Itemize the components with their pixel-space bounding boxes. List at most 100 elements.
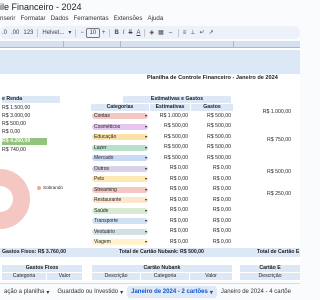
column-header-bar[interactable]: [0, 41, 300, 48]
tab-sheet-3[interactable]: Janeiro de 2024 - 2 cartões ▾: [127, 286, 217, 298]
menu-help[interactable]: Ajuda: [147, 15, 163, 25]
spent-value[interactable]: R$ 0,00: [191, 228, 231, 235]
category-chip[interactable]: Viagem: [92, 239, 148, 245]
rotate-icon[interactable]: ↗: [207, 28, 216, 38]
category-chip[interactable]: Streaming: [92, 186, 148, 193]
estimate-value[interactable]: R$ 500,00: [150, 144, 188, 151]
ce-col-descricao: Descrição: [240, 273, 300, 280]
font-size-decrease-button[interactable]: −: [78, 28, 86, 38]
divider: [109, 28, 111, 37]
category-chip[interactable]: Lazer: [92, 144, 148, 151]
spent-value[interactable]: R$ 0,00: [191, 239, 231, 246]
estimate-value[interactable]: R$ 0,00: [150, 239, 188, 246]
estimate-value[interactable]: R$ 500,00: [150, 134, 188, 141]
column-divider: [233, 41, 234, 48]
estimate-value[interactable]: R$ 500,00: [150, 123, 188, 130]
estimate-value[interactable]: R$ 0,00: [150, 197, 188, 204]
align-icon[interactable]: ≡: [181, 28, 189, 38]
divider: [37, 28, 39, 37]
spent-value[interactable]: R$ 500,00: [191, 144, 231, 151]
menu-bar: nserir Formatar Dados Ferramentas Extens…: [0, 15, 163, 25]
estimate-value[interactable]: R$ 0,00: [150, 207, 188, 214]
category-chip[interactable]: Cosméticos: [92, 123, 148, 130]
spent-value[interactable]: R$ 0,00: [191, 176, 231, 183]
menu-tools[interactable]: Ferramentas: [73, 15, 108, 25]
gf-col-categoria: Categoria: [2, 273, 46, 280]
income-total[interactable]: R$ 4.260,00: [2, 138, 47, 145]
tab-sheet-4[interactable]: Janeiro de 2024 - 4 cartõe: [217, 286, 295, 298]
text-color-button[interactable]: A: [134, 28, 142, 38]
divider: [144, 28, 146, 37]
y-tick-label: R$ 500,00: [267, 169, 291, 175]
wrap-icon[interactable]: ↵: [198, 28, 207, 38]
spent-value[interactable]: R$ 500,00: [191, 123, 231, 130]
decimal-increase-icon[interactable]: .00: [9, 28, 21, 38]
estimate-value[interactable]: R$ 500,00: [150, 155, 188, 162]
gf-col-valor: Valor: [47, 273, 82, 280]
category-chip[interactable]: Transporte: [92, 218, 148, 224]
estimate-value[interactable]: R$ 1.000,00: [150, 113, 188, 120]
document-title[interactable]: ile Financeiro - 2024: [0, 2, 82, 12]
decimal-decrease-icon[interactable]: .0: [0, 28, 9, 38]
tab-sheet-1[interactable]: ação a planilha ▾: [0, 286, 53, 298]
category-chip[interactable]: Restaurante: [92, 197, 148, 203]
spreadsheet-grid[interactable]: Planilha de Controle Financeiro - Janeir…: [0, 41, 300, 281]
nb-col-valor: Valor: [190, 273, 232, 280]
category-chip[interactable]: Vestuário: [92, 228, 148, 235]
income-header: e Renda: [2, 96, 60, 103]
income-value[interactable]: R$ 1.500,00: [2, 105, 30, 112]
font-size-increase-button[interactable]: +: [100, 28, 108, 38]
gastos-fixos-header: Gastos Fixos: [2, 265, 82, 272]
spent-value[interactable]: R$ 500,00: [191, 113, 231, 120]
y-tick-label: R$ 250,00: [267, 191, 291, 197]
category-chip[interactable]: Contas: [92, 113, 148, 119]
estimate-value[interactable]: R$ 0,00: [150, 176, 188, 183]
bold-button[interactable]: B: [112, 28, 120, 38]
col-estimativas: Estimativas: [150, 104, 190, 111]
spent-value[interactable]: R$ 0,00: [191, 197, 231, 204]
estimate-value[interactable]: R$ 0,00: [150, 228, 188, 235]
chevron-down-icon[interactable]: ▾: [120, 289, 123, 296]
category-chip[interactable]: Mercado: [92, 155, 148, 161]
font-size-input[interactable]: 10: [85, 27, 100, 38]
spent-value[interactable]: R$ 0,00: [191, 165, 231, 172]
estimate-value[interactable]: R$ 0,00: [150, 186, 188, 193]
menu-data[interactable]: Dados: [51, 15, 69, 25]
spent-value[interactable]: R$ 500,00: [191, 155, 231, 162]
borders-icon[interactable]: ▦: [156, 28, 166, 38]
income-value[interactable]: R$ 3.000,00: [2, 113, 30, 120]
income-value[interactable]: R$ 0,00: [2, 129, 20, 136]
income-value[interactable]: R$ 500,00: [2, 121, 26, 128]
vertical-align-icon[interactable]: ⊥: [188, 28, 197, 38]
category-chip[interactable]: Outros: [92, 165, 148, 172]
divider: [75, 28, 77, 37]
column-divider: [120, 41, 121, 48]
chevron-down-icon[interactable]: ▾: [210, 289, 213, 296]
category-chip[interactable]: Pets: [92, 176, 148, 182]
donut-chart[interactable]: [0, 169, 30, 229]
category-chip[interactable]: Educação: [92, 134, 148, 140]
spent-value[interactable]: R$ 0,00: [191, 218, 231, 225]
menu-insert[interactable]: nserir: [0, 15, 15, 25]
income-remaining[interactable]: R$ 740,00: [2, 147, 26, 154]
chevron-down-icon[interactable]: ▾: [46, 289, 49, 296]
estimate-value[interactable]: R$ 0,00: [150, 165, 188, 172]
tab-sheet-2[interactable]: Guardado ou Investido ▾: [53, 286, 127, 298]
chevron-down-icon[interactable]: ▾: [66, 28, 73, 38]
spent-value[interactable]: R$ 0,00: [191, 186, 231, 193]
number-format-button[interactable]: 123: [21, 28, 35, 38]
font-select[interactable]: Helvet...: [40, 28, 66, 38]
strikethrough-button[interactable]: S: [126, 28, 134, 38]
y-tick-label: R$ 750,00: [267, 137, 291, 143]
legend-label: Sobrando: [43, 185, 63, 190]
category-chip[interactable]: Saúde: [92, 207, 148, 214]
fill-color-icon[interactable]: ◈: [147, 28, 156, 38]
spent-value[interactable]: R$ 500,00: [191, 134, 231, 141]
estimate-value[interactable]: R$ 0,00: [150, 218, 188, 225]
merge-icon[interactable]: ⇔: [166, 28, 176, 38]
menu-extensions[interactable]: Extensões: [114, 15, 143, 25]
menu-format[interactable]: Formatar: [20, 15, 45, 25]
spent-value[interactable]: R$ 0,00: [191, 207, 231, 214]
tab-label: ação a planilha: [4, 289, 45, 295]
estimativas-header: Estimativas e Gastos: [123, 96, 231, 103]
